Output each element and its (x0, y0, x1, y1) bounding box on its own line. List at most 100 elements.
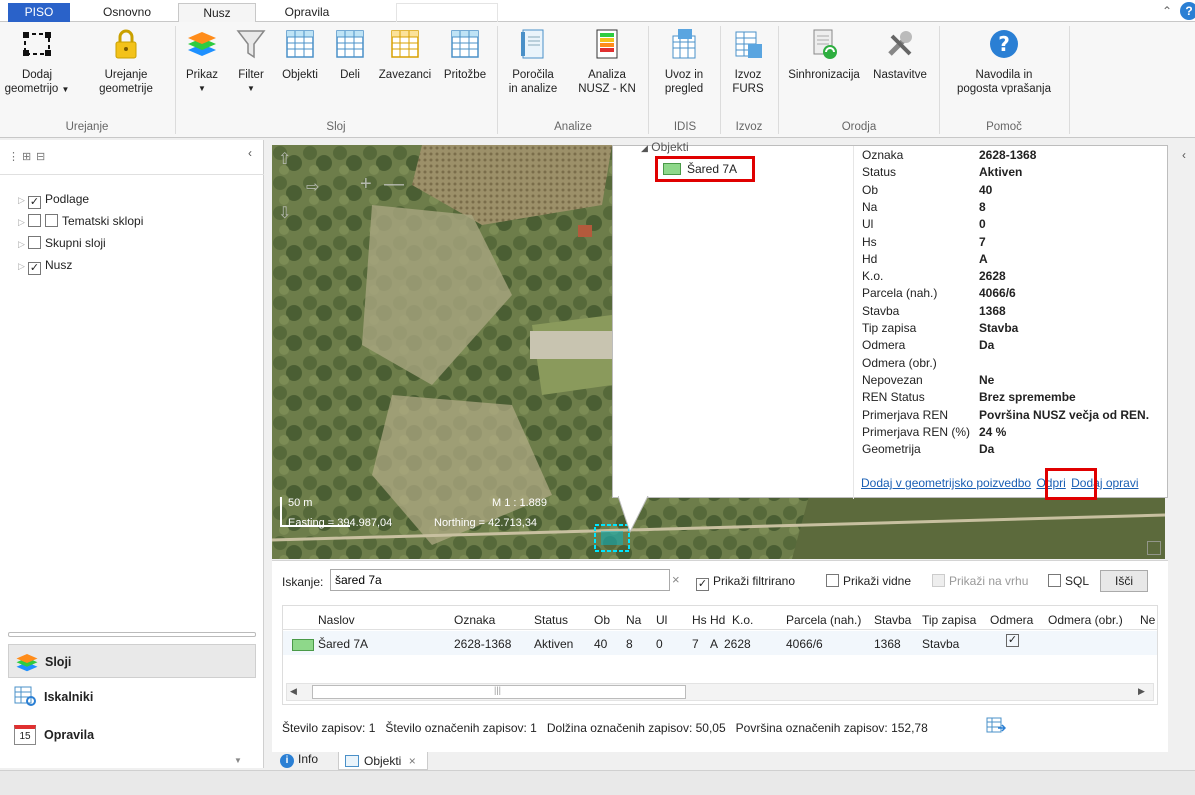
sinhronizacija-button[interactable]: Sinhronizacija (780, 28, 868, 82)
layer-label: Podlage (45, 192, 90, 206)
filter-toggle[interactable]: ✓ Prikaži filtrirano (696, 574, 795, 591)
tab-objekti[interactable]: Objekti × (338, 752, 428, 770)
help-icon[interactable]: ? (1180, 2, 1195, 20)
checkbox-sql[interactable] (1048, 574, 1061, 587)
checkbox-prikazi-na-vrhu[interactable] (932, 574, 945, 587)
zavezanci-button[interactable]: Zavezanci (374, 28, 436, 82)
visible-toggle[interactable]: Prikaži vidne (826, 574, 911, 588)
expand-icon[interactable]: ▷ (18, 195, 28, 206)
navodila-button[interactable]: ? Navodila in pogosta vprašanja (942, 28, 1066, 96)
checkbox-podlage[interactable]: ✓ (28, 196, 41, 209)
popup-field-value: 24 % (979, 424, 1007, 439)
nastavitve-button[interactable]: Nastavitve (866, 28, 934, 82)
add-geometry-label-2: geometrijo (4, 83, 59, 95)
edit-geometry-label-2: geometrije (99, 83, 153, 95)
scroll-left-icon[interactable]: ◀ (290, 686, 297, 697)
close-tab-icon[interactable]: × (409, 754, 416, 768)
search-input[interactable] (330, 569, 670, 591)
zoom-in-icon[interactable]: + (360, 173, 372, 196)
deli-button[interactable]: Deli (330, 28, 370, 82)
record-count: Število zapisov: 1 (282, 721, 376, 735)
column-header[interactable]: Ne (1140, 613, 1155, 627)
pan-right-icon[interactable]: ⇨ (306, 177, 319, 197)
column-header[interactable]: Stavba (874, 613, 911, 627)
zoom-out-icon[interactable]: — (384, 173, 404, 196)
divider (282, 629, 1158, 630)
layer-tematski-sklopi[interactable]: ▷ Tematski sklopi (18, 214, 143, 228)
column-header[interactable]: Status (534, 613, 568, 627)
expand-icon[interactable]: ▷ (18, 239, 28, 250)
prikazi-na-vrhu-label: Prikaži na vrhu (949, 574, 1029, 588)
objekti-button[interactable]: Objekti (276, 28, 324, 82)
column-header[interactable]: Hs (692, 613, 707, 627)
chevron-down-icon[interactable]: ▼ (234, 756, 242, 765)
layer-skupni-sloji[interactable]: ▷ Skupni sloji (18, 236, 106, 250)
tab-piso[interactable]: PISO (8, 3, 70, 22)
odmera-checkbox[interactable]: ✓ (1006, 634, 1019, 647)
column-header[interactable]: Odmera (990, 613, 1033, 627)
collapse-panel-icon[interactable]: ‹ (248, 146, 252, 160)
collapse-ribbon-icon[interactable]: ⌃ (1162, 4, 1172, 18)
on-top-toggle[interactable]: Prikaži na vrhu (932, 574, 1028, 588)
nav-sloji[interactable]: Sloji (8, 644, 256, 678)
column-header[interactable]: Naslov (318, 613, 355, 627)
expand-icon[interactable]: ▷ (18, 261, 28, 272)
sql-toggle[interactable]: SQL (1048, 574, 1089, 588)
search-button[interactable]: Išči (1100, 570, 1148, 592)
resize-handle[interactable] (1147, 541, 1161, 555)
izvoz-furs-button[interactable]: Izvoz FURS (722, 28, 774, 96)
checkbox-skupni-sloji[interactable] (28, 236, 41, 249)
table-row[interactable] (283, 631, 1157, 655)
panel-splitter[interactable] (8, 632, 256, 637)
tab-osnovno[interactable]: Osnovno (86, 3, 168, 23)
export-table-icon[interactable] (986, 717, 1006, 735)
nav-opravila[interactable]: 15 Opravila (8, 718, 256, 752)
popup-field-label: Hd (862, 251, 878, 266)
collapse-all-icon[interactable]: ⊟ (36, 150, 45, 163)
checkbox-prikazi-vidne[interactable] (826, 574, 839, 587)
table-icon (391, 30, 419, 58)
scroll-right-icon[interactable]: ▶ (1138, 686, 1145, 697)
column-header[interactable]: K.o. (732, 613, 753, 627)
pan-down-icon[interactable]: ⇩ (278, 203, 291, 223)
checkbox-tematski-sklopi[interactable] (28, 214, 41, 227)
uvoz-pregled-button[interactable]: Uvoz in pregled (652, 28, 716, 96)
pan-up-icon[interactable]: ⇧ (278, 149, 291, 169)
tab-info[interactable]: i Info (272, 752, 342, 770)
popup-field-label: K.o. (862, 269, 884, 284)
column-header[interactable]: Tip zapisa (922, 613, 976, 627)
column-header[interactable]: Hd (710, 613, 725, 627)
column-header[interactable]: Ul (656, 613, 667, 627)
nav-iskalniki[interactable]: Iskalniki (8, 680, 256, 714)
expand-icon[interactable]: ▷ (18, 217, 28, 228)
tab-opravila[interactable]: Opravila (262, 3, 352, 23)
column-header[interactable]: Odmera (obr.) (1048, 613, 1123, 627)
add-geometry-button[interactable]: Dodaj geometrijo ▼ (4, 28, 70, 97)
collapse-icon[interactable]: ◢ (641, 143, 648, 153)
analiza-button[interactable]: Analiza NUSZ - KN (570, 28, 644, 96)
column-header[interactable]: Parcela (nah.) (786, 613, 861, 627)
popup-field-value: Brez spremembe (979, 390, 1076, 405)
column-header[interactable]: Ob (594, 613, 610, 627)
layer-podlage[interactable]: ▷ ✓ Podlage (18, 192, 89, 209)
uvoz-label-1: Uvoz in (664, 69, 704, 81)
prikaz-button[interactable]: Prikaz ▼ (178, 28, 226, 96)
tab-nusz[interactable]: Nusz (178, 3, 256, 23)
collapse-right-panel-icon[interactable]: ‹ (1182, 148, 1186, 162)
checkbox-prikazi-filtrirano[interactable]: ✓ (696, 578, 709, 591)
layer-nusz[interactable]: ▷ ✓ Nusz (18, 258, 72, 275)
tree-root[interactable]: ◢ Objekti (641, 140, 689, 154)
group-label-orodja: Orodja (841, 121, 877, 133)
pritozbe-button[interactable]: Pritožbe (438, 28, 492, 82)
filter-button[interactable]: Filter ▼ (230, 28, 272, 96)
tree-item-feature[interactable]: Šared 7A (663, 162, 737, 176)
feature-color-swatch (663, 163, 681, 175)
clear-search-icon[interactable]: × (672, 572, 680, 587)
expand-all-icon[interactable]: ⋮ ⊞ (8, 150, 31, 163)
add-to-query-link[interactable]: Dodaj v geometrijsko poizvedbo (861, 476, 1031, 490)
column-header[interactable]: Oznaka (454, 613, 495, 627)
checkbox-nusz[interactable]: ✓ (28, 262, 41, 275)
column-header[interactable]: Na (626, 613, 641, 627)
porocila-button[interactable]: Poročila in analize (500, 28, 566, 96)
edit-geometry-button[interactable]: Urejanje geometrije (82, 28, 170, 96)
